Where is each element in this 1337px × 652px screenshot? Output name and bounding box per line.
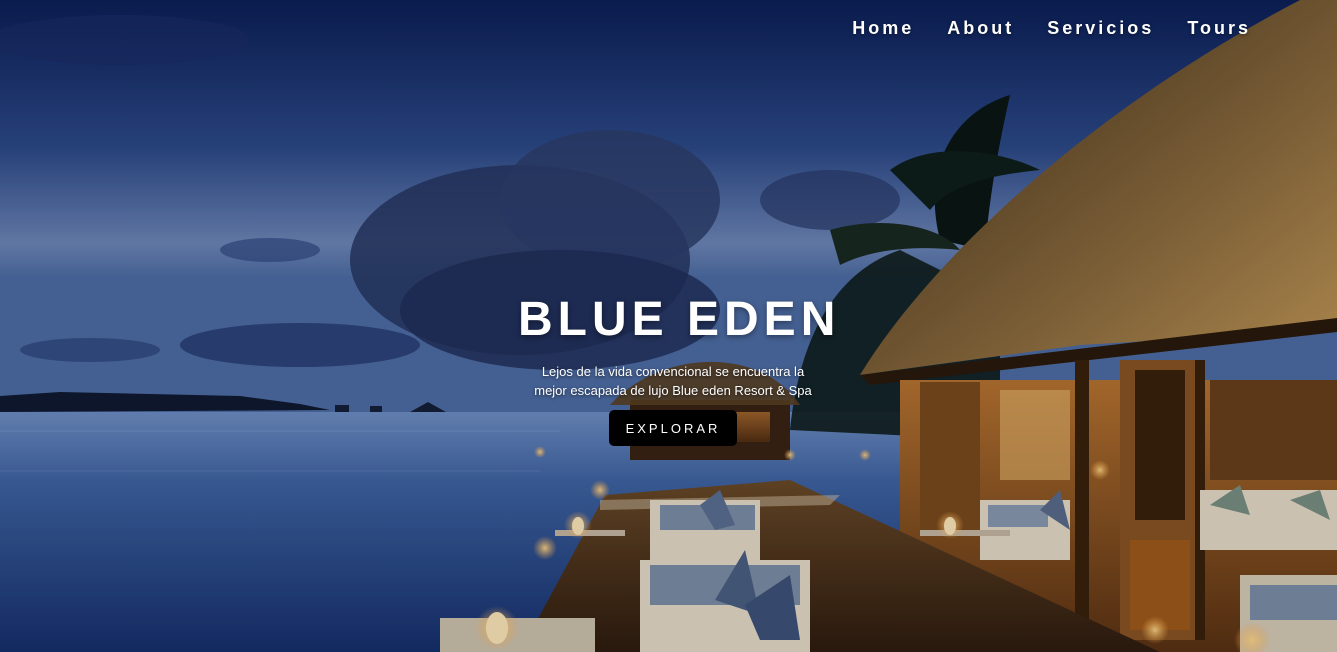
nav-about-link[interactable]: About — [947, 18, 1014, 39]
hero-subtitle: Lejos de la vida convencional se encuent… — [534, 364, 812, 398]
main-nav: Home About Servicios Tours — [852, 18, 1251, 39]
nav-servicios-link[interactable]: Servicios — [1047, 18, 1154, 39]
hero-section: Home About Servicios Tours BLUE EDEN Lej… — [0, 0, 1337, 652]
hero-content: BLUE EDEN Lejos de la vida convencional … — [518, 293, 841, 446]
hero-title: BLUE EDEN — [518, 293, 841, 346]
nav-tours-link[interactable]: Tours — [1187, 18, 1251, 39]
nav-home-link[interactable]: Home — [852, 18, 914, 39]
explorar-button[interactable]: EXPLORAR — [608, 410, 738, 446]
